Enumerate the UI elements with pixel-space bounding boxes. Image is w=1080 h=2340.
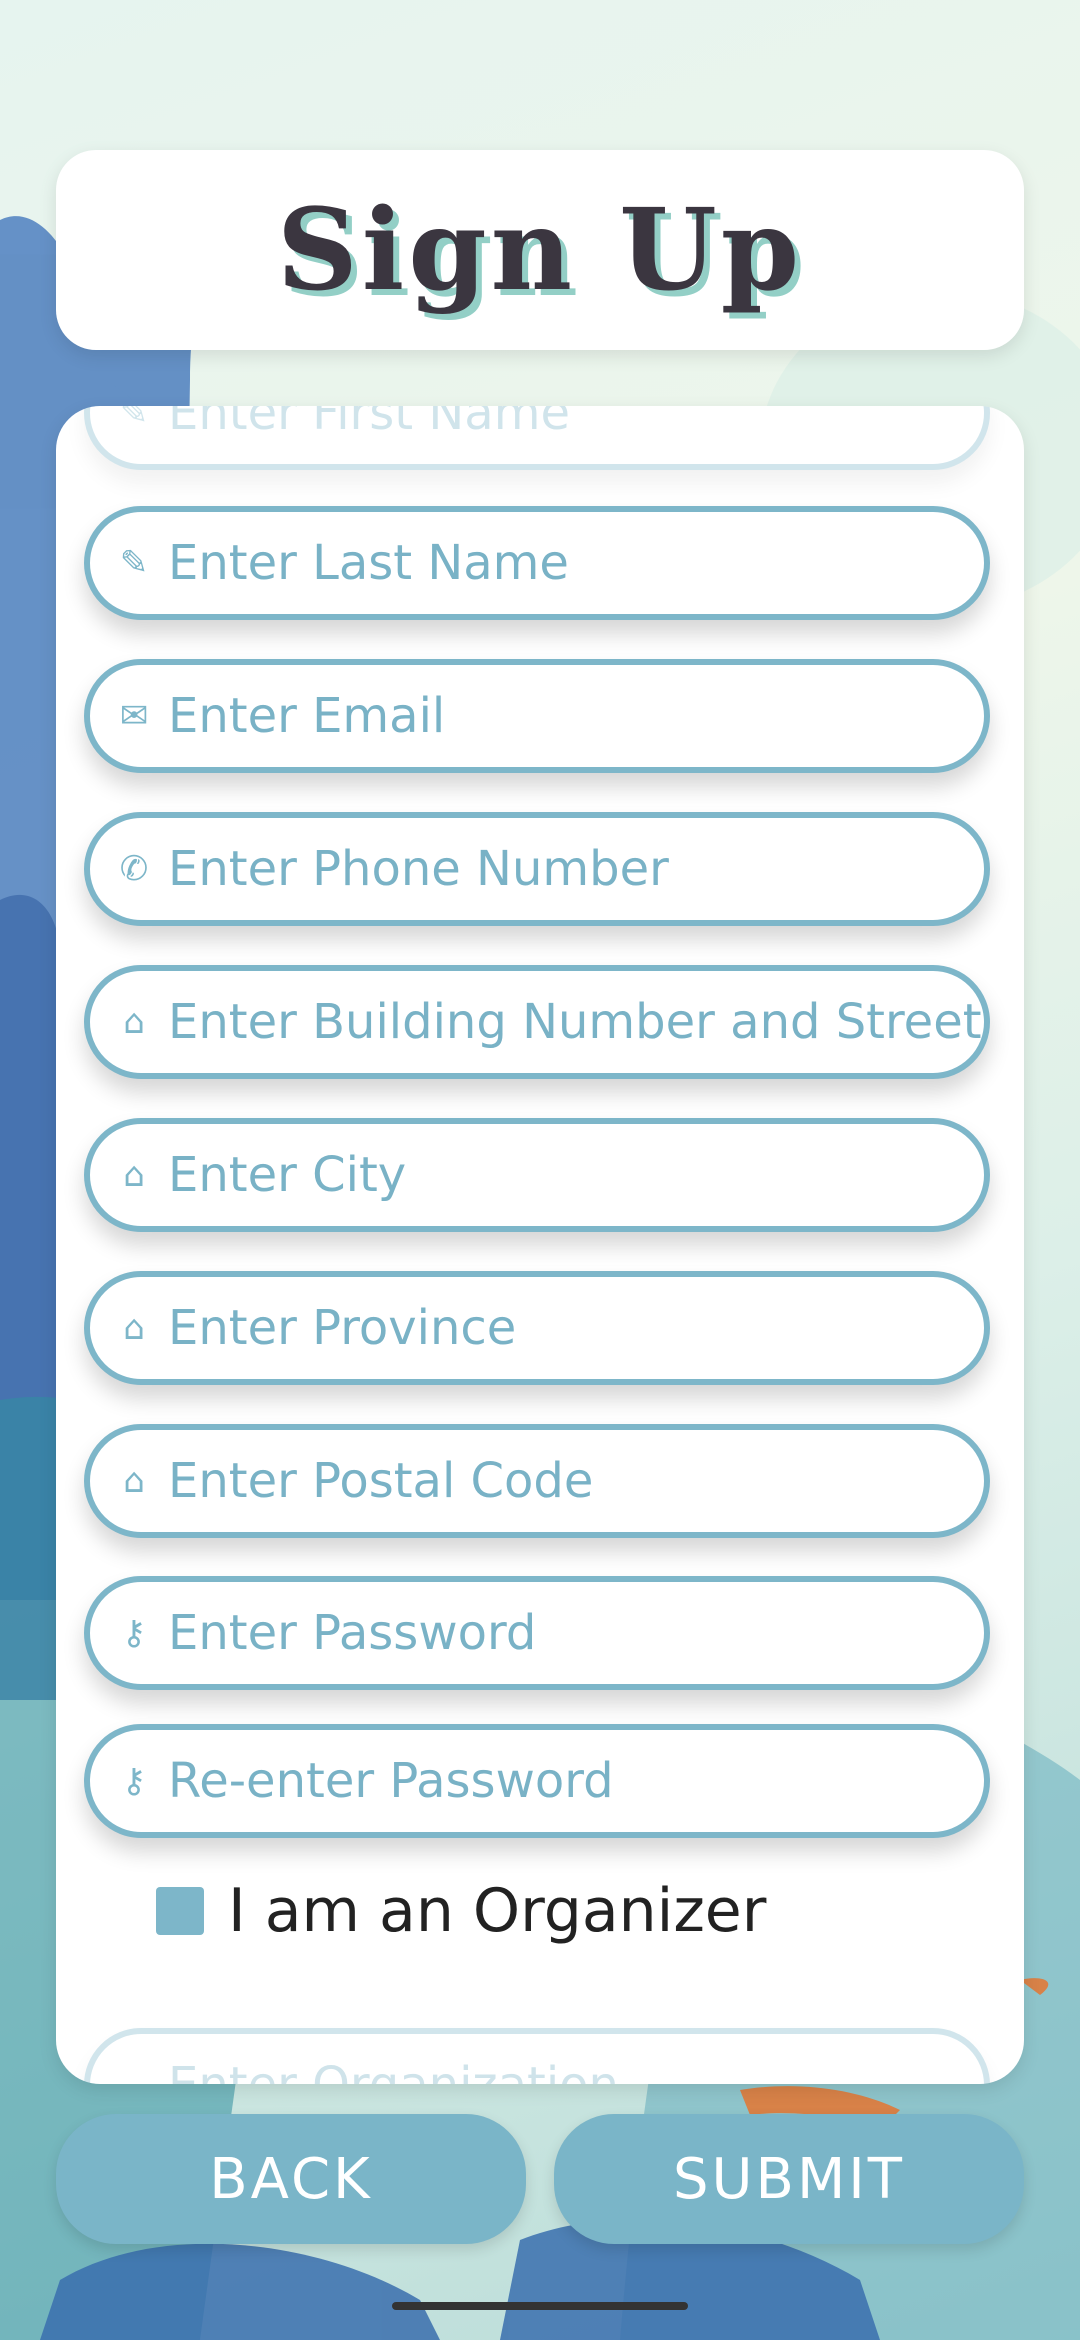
- first-name-field[interactable]: ✎: [84, 406, 990, 470]
- province-field[interactable]: ⌂: [84, 1271, 990, 1385]
- signup-form[interactable]: ✎ ✎ ✉ ✆ ⌂ ⌂ ⌂ ⌂ ⚷ ⚷ I am an Organiz: [56, 406, 1024, 2084]
- last-name-input[interactable]: [168, 535, 984, 591]
- confirm-password-field[interactable]: ⚷: [84, 1724, 990, 1838]
- organizer-checkbox-label: I am an Organizer: [228, 1876, 767, 1946]
- house-icon: ⌂: [123, 1002, 145, 1042]
- key-icon: ⚷: [121, 1613, 147, 1653]
- page-title: Sign Up: [276, 184, 804, 316]
- email-input[interactable]: [168, 688, 984, 744]
- street-field[interactable]: ⌂: [84, 965, 990, 1079]
- home-indicator[interactable]: [392, 2302, 688, 2310]
- password-field[interactable]: ⚷: [84, 1576, 990, 1690]
- last-name-field[interactable]: ✎: [84, 506, 990, 620]
- street-input[interactable]: [168, 994, 984, 1050]
- title-card: Sign Up: [56, 150, 1024, 350]
- email-field[interactable]: ✉: [84, 659, 990, 773]
- key-icon: ⚷: [121, 1761, 147, 1801]
- organization-field[interactable]: [84, 2028, 990, 2084]
- organizer-checkbox[interactable]: [156, 1887, 204, 1935]
- submit-button[interactable]: SUBMIT: [554, 2114, 1024, 2244]
- postal-code-field[interactable]: ⌂: [84, 1424, 990, 1538]
- city-field[interactable]: ⌂: [84, 1118, 990, 1232]
- house-icon: ⌂: [123, 1461, 145, 1501]
- phone-icon: ✆: [119, 849, 149, 889]
- organizer-checkbox-row[interactable]: I am an Organizer: [156, 1876, 766, 1946]
- password-input[interactable]: [168, 1605, 984, 1661]
- phone-field[interactable]: ✆: [84, 812, 990, 926]
- first-name-input[interactable]: [168, 406, 984, 441]
- pencil-icon: ✎: [119, 543, 149, 583]
- city-input[interactable]: [168, 1147, 984, 1203]
- province-input[interactable]: [168, 1300, 984, 1356]
- pencil-icon: ✎: [119, 406, 149, 433]
- phone-input[interactable]: [168, 841, 984, 897]
- envelope-icon: ✉: [119, 696, 149, 736]
- postal-code-input[interactable]: [168, 1453, 984, 1509]
- organization-input[interactable]: [168, 2057, 984, 2084]
- house-icon: ⌂: [123, 1155, 145, 1195]
- house-icon: ⌂: [123, 1308, 145, 1348]
- back-button[interactable]: BACK: [56, 2114, 526, 2244]
- confirm-password-input[interactable]: [168, 1753, 984, 1809]
